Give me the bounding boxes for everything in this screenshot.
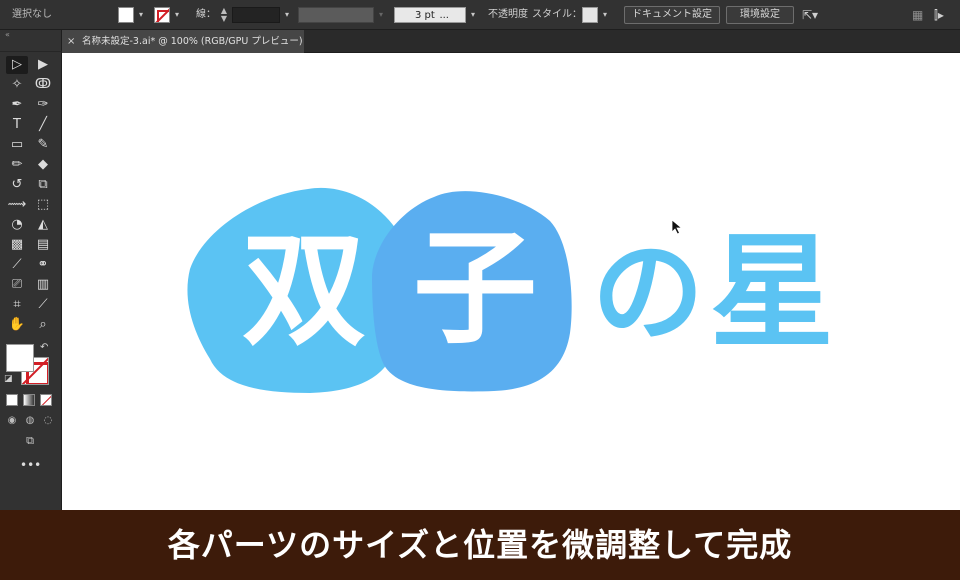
opacity-link[interactable]: 不透明度	[488, 7, 528, 23]
toolbar-header: «	[0, 30, 62, 52]
tutorial-caption: 各パーツのサイズと位置を微調整して完成	[0, 510, 960, 580]
fill-dropdown-chevron-icon[interactable]: ▾	[136, 7, 146, 23]
preferences-button[interactable]: 環境設定	[726, 6, 794, 24]
eraser-tool-icon[interactable]: ◆	[32, 156, 54, 174]
fill-color-swatch[interactable]	[118, 7, 134, 23]
stroke-dropdown-chevron-icon[interactable]: ▾	[172, 7, 182, 23]
shape-builder-tool-icon[interactable]: ◔	[6, 216, 28, 234]
document-tab-title: 名称未設定-3.ai* @ 100% (RGB/GPU プレビュー)	[82, 36, 303, 47]
pen-tool-icon[interactable]: ✒	[6, 96, 28, 114]
screen-mode-icon[interactable]: ⧉	[20, 434, 40, 448]
style-chevron-icon[interactable]: ▾	[600, 7, 610, 23]
close-tab-icon[interactable]: ×	[67, 30, 75, 53]
default-fill-stroke-icon[interactable]: ◪	[4, 374, 14, 384]
stroke-color-swatch[interactable]	[154, 7, 170, 23]
stroke-weight-chevron-icon[interactable]: ▾	[282, 7, 292, 23]
draw-normal-icon[interactable]: ◉	[5, 414, 19, 428]
direct-selection-tool-icon[interactable]: ▶	[32, 56, 54, 74]
mouse-cursor-icon	[671, 219, 683, 235]
line-tool-icon[interactable]: ╱	[32, 116, 54, 134]
eyedropper-tool-icon[interactable]: ⟋	[6, 256, 28, 274]
style-label: スタイル：	[532, 9, 582, 20]
hand-tool-icon[interactable]: ✋	[6, 316, 28, 334]
symbol-sprayer-tool-icon[interactable]: ⎚	[6, 276, 28, 294]
slice-tool-icon[interactable]: ⟋	[32, 296, 54, 314]
brush-definition-field[interactable]: 3 pt ...	[394, 7, 466, 23]
logo-char-ko: 子	[413, 217, 537, 361]
graphic-style-swatch[interactable]	[582, 7, 598, 23]
profile-chevron-icon[interactable]: ▾	[376, 7, 386, 23]
variable-width-profile[interactable]	[298, 7, 374, 23]
artboard-canvas[interactable]: 双 子 の 星	[62, 53, 960, 510]
selection-tool-icon[interactable]: ▷	[6, 56, 28, 74]
fill-swatch-large[interactable]	[6, 344, 34, 372]
lasso-tool-icon[interactable]: ↂ	[32, 76, 54, 94]
magic-wand-tool-icon[interactable]: ✧	[6, 76, 28, 94]
edit-toolbar-more-icon[interactable]: •••	[20, 458, 41, 472]
swap-fill-stroke-icon[interactable]: ↶	[40, 342, 48, 353]
stroke-stepper-icon[interactable]: ▲ ▼	[218, 7, 230, 23]
blend-tool-icon[interactable]: ⚭	[32, 256, 54, 274]
document-tab[interactable]: × 名称未設定-3.ai* @ 100% (RGB/GPU プレビュー)	[62, 30, 304, 53]
stroke-label: 線：	[196, 9, 216, 20]
color-mode-icon[interactable]	[6, 394, 18, 406]
document-settings-button[interactable]: ドキュメント設定	[624, 6, 720, 24]
selection-status: 選択なし	[12, 9, 52, 20]
brush-size-suffix: ...	[439, 10, 449, 21]
perspective-grid-tool-icon[interactable]: ◭	[32, 216, 54, 234]
stroke-weight-input[interactable]	[232, 7, 280, 23]
curvature-tool-icon[interactable]: ✑	[32, 96, 54, 114]
illustrator-window: 選択なし ▾ ▾ 線： ▲ ▼ ▾ ▾ 3 pt ... ▾ 不透明度 スタイル：…	[0, 0, 960, 580]
gradient-tool-icon[interactable]: ▤	[32, 236, 54, 254]
width-tool-icon[interactable]: ⟿	[6, 196, 28, 214]
collapse-panel-icon[interactable]: «	[5, 30, 10, 39]
column-graph-tool-icon[interactable]: ▥	[32, 276, 54, 294]
pencil-tool-icon[interactable]: ✏	[6, 156, 28, 174]
control-bar: 選択なし ▾ ▾ 線： ▲ ▼ ▾ ▾ 3 pt ... ▾ 不透明度 スタイル：…	[0, 0, 960, 30]
none-mode-icon[interactable]	[40, 394, 52, 406]
gradient-mode-icon[interactable]	[23, 394, 35, 406]
type-tool-icon[interactable]: T	[6, 116, 28, 134]
arrange-documents-icon[interactable]: ⇱▾	[802, 7, 826, 23]
logo-char-sou: 双	[242, 219, 366, 363]
brush-size-value: 3 pt	[415, 10, 435, 21]
free-transform-tool-icon[interactable]: ⬚	[32, 196, 54, 214]
draw-inside-icon[interactable]: ◌	[41, 414, 55, 428]
logo-char-no: の	[592, 228, 704, 358]
paintbrush-tool-icon[interactable]: ✎	[32, 136, 54, 154]
logo-char-hoshi: 星	[710, 221, 834, 365]
scale-tool-icon[interactable]: ⧉	[32, 176, 54, 194]
draw-behind-icon[interactable]: ◍	[23, 414, 37, 428]
zoom-tool-icon[interactable]: ⌕	[32, 316, 54, 334]
mesh-tool-icon[interactable]: ▩	[6, 236, 28, 254]
brush-chevron-icon[interactable]: ▾	[468, 7, 478, 23]
align-icon[interactable]: ⫿▸	[934, 7, 950, 23]
rectangle-tool-icon[interactable]: ▭	[6, 136, 28, 154]
document-tab-bar: × 名称未設定-3.ai* @ 100% (RGB/GPU プレビュー)	[62, 30, 960, 53]
artboard-tool-icon[interactable]: ⌗	[6, 296, 28, 314]
grid-icon[interactable]: ▦	[912, 7, 926, 23]
tools-panel: « ▷ ▶ ✧ ↂ ✒ ✑ T ╱ ▭ ✎ ✏ ◆ ↺ ⧉ ⟿ ⬚ ◔ ◭ ▩ …	[0, 30, 62, 510]
logo-artwork: 双 子 の 星	[187, 187, 834, 393]
rotate-tool-icon[interactable]: ↺	[6, 176, 28, 194]
